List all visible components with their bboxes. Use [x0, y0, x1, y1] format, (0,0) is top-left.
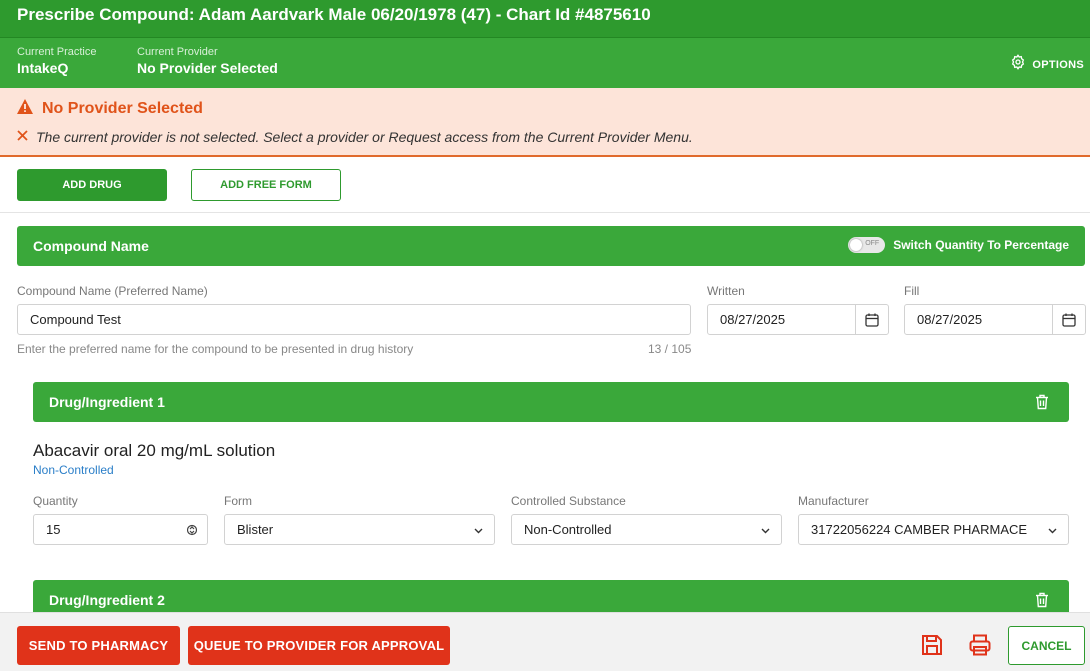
close-icon: [17, 128, 28, 146]
ingredient-1-control-status[interactable]: Non-Controlled: [33, 463, 114, 477]
alert-message: The current provider is not selected. Se…: [36, 129, 693, 145]
compound-section-title: Compound Name: [33, 238, 149, 254]
save-icon[interactable]: [919, 632, 945, 658]
controlled-substance-label: Controlled Substance: [511, 494, 626, 508]
toggle-label: Switch Quantity To Percentage: [893, 238, 1069, 252]
form-value: Blister: [237, 522, 274, 537]
quantity-value: 15: [46, 522, 61, 537]
stepper-arrows-icon[interactable]: [186, 523, 198, 540]
compound-name-header: Compound Name OFF Switch Quantity To Per…: [17, 226, 1085, 266]
quantity-label: Quantity: [33, 494, 78, 508]
ingredient-1-header: Drug/Ingredient 1: [33, 382, 1069, 422]
controlled-substance-value: Non-Controlled: [524, 522, 612, 537]
manufacturer-label: Manufacturer: [798, 494, 869, 508]
title-bar: Prescribe Compound: Adam Aardvark Male 0…: [0, 0, 1090, 38]
written-date-label: Written: [707, 284, 745, 298]
provider-alert: No Provider Selected The current provide…: [0, 88, 1090, 157]
fill-date-label: Fill: [904, 284, 920, 298]
written-date-value: 08/27/2025: [720, 312, 786, 327]
toggle-state: OFF: [865, 240, 880, 247]
manufacturer-select[interactable]: 31722056224 CAMBER PHARMACE: [798, 514, 1069, 545]
options-button[interactable]: OPTIONS: [1010, 54, 1084, 75]
alert-title: No Provider Selected: [42, 100, 203, 117]
current-practice-label: Current Practice: [17, 46, 97, 58]
send-to-pharmacy-button[interactable]: SEND TO PHARMACY: [17, 626, 180, 665]
ingredient-2-title: Drug/Ingredient 2: [49, 592, 165, 608]
compound-name-hint: Enter the preferred name for the compoun…: [17, 342, 414, 356]
compound-name-counter: 13 / 105: [648, 342, 692, 356]
form-label: Form: [224, 494, 252, 508]
manufacturer-value: 31722056224 CAMBER PHARMACE: [811, 522, 1028, 537]
add-free-form-button[interactable]: ADD FREE FORM: [191, 169, 341, 201]
written-date-input[interactable]: 08/27/2025: [707, 304, 889, 335]
chevron-down-icon: [760, 524, 771, 539]
gear-icon: [1010, 54, 1026, 75]
chevron-down-icon: [473, 524, 484, 539]
footer-action-bar: SEND TO PHARMACY QUEUE TO PROVIDER FOR A…: [0, 612, 1090, 671]
print-icon[interactable]: [967, 632, 993, 658]
current-practice-value[interactable]: IntakeQ: [17, 60, 68, 76]
ingredient-1-title: Drug/Ingredient 1: [49, 394, 165, 410]
trash-icon[interactable]: [1035, 592, 1049, 613]
warning-icon: [17, 99, 33, 119]
fill-date-input[interactable]: 08/27/2025: [904, 304, 1086, 335]
compound-name-input[interactable]: Compound Test: [17, 304, 691, 335]
compound-name-value: Compound Test: [30, 312, 121, 327]
options-label: OPTIONS: [1032, 58, 1084, 71]
compound-name-label: Compound Name (Preferred Name): [17, 284, 208, 298]
controlled-substance-select[interactable]: Non-Controlled: [511, 514, 782, 545]
quantity-stepper[interactable]: 15: [33, 514, 208, 545]
add-actions-row: ADD DRUG ADD FREE FORM: [0, 157, 1090, 213]
calendar-icon[interactable]: [1052, 305, 1085, 334]
cancel-button[interactable]: CANCEL: [1008, 626, 1085, 665]
page-title: Prescribe Compound: Adam Aardvark Male 0…: [17, 5, 651, 24]
form-select[interactable]: Blister: [224, 514, 495, 545]
chevron-down-icon: [1047, 524, 1058, 539]
queue-for-approval-button[interactable]: QUEUE TO PROVIDER FOR APPROVAL: [188, 626, 450, 665]
context-bar: Current Practice IntakeQ Current Provide…: [0, 38, 1090, 88]
ingredient-1-drug-name: Abacavir oral 20 mg/mL solution: [33, 441, 276, 460]
quantity-percentage-toggle[interactable]: OFF: [848, 237, 886, 253]
calendar-icon[interactable]: [855, 305, 888, 334]
add-drug-button[interactable]: ADD DRUG: [17, 169, 167, 201]
fill-date-value: 08/27/2025: [917, 312, 983, 327]
current-provider-value[interactable]: No Provider Selected: [137, 60, 278, 76]
trash-icon[interactable]: [1035, 394, 1049, 415]
current-provider-label: Current Provider: [137, 46, 218, 58]
